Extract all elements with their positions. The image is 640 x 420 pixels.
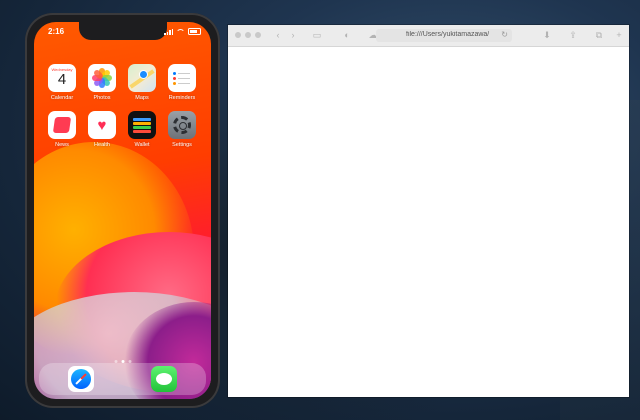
calendar-date: 4 bbox=[57, 71, 67, 88]
status-bar: 2:16 bbox=[34, 22, 211, 42]
add-tab-icon[interactable]: + bbox=[614, 30, 624, 40]
share-icon[interactable]: ⇪ bbox=[568, 30, 578, 40]
app-health[interactable]: ♥ Health bbox=[86, 111, 118, 148]
tabs-icon[interactable]: ⧉ bbox=[594, 30, 604, 40]
privacy-icon[interactable]: ◐ bbox=[342, 30, 352, 40]
app-label: Calendar bbox=[50, 95, 74, 101]
zoom-window-button[interactable] bbox=[255, 32, 261, 38]
safari-icon[interactable] bbox=[67, 366, 94, 392]
health-icon: ♥ bbox=[88, 111, 116, 139]
app-label: Settings bbox=[172, 142, 192, 148]
address-bar[interactable]: file:///Users/yukitamazawa/ ↻ bbox=[376, 29, 512, 42]
app-photos[interactable]: Photos bbox=[86, 64, 118, 101]
app-news[interactable]: News bbox=[46, 111, 78, 148]
app-label: Maps bbox=[135, 95, 149, 101]
app-label: Photos bbox=[93, 95, 111, 101]
app-label: Wallet bbox=[134, 142, 150, 148]
app-wallet[interactable]: Wallet bbox=[126, 111, 158, 148]
app-label: Reminders bbox=[168, 95, 196, 101]
app-calendar[interactable]: Wednesday 4 Calendar bbox=[46, 64, 78, 101]
status-icons bbox=[164, 28, 201, 35]
status-time: 2:16 bbox=[48, 27, 65, 36]
address-text: file:///Users/yukitamazawa/ bbox=[406, 31, 490, 38]
browser-window: ‹ › ▭ ◐ ☁ file:///Users/yukitamazawa/ ↻ … bbox=[228, 25, 629, 397]
close-window-button[interactable] bbox=[235, 32, 241, 38]
back-icon[interactable]: ‹ bbox=[273, 30, 283, 40]
iphone-simulator: 2:16 Wednesday 4 Calendar Photos Maps Re… bbox=[25, 13, 220, 408]
maps-icon bbox=[128, 64, 156, 92]
page-content bbox=[228, 47, 629, 397]
app-settings[interactable]: Settings bbox=[166, 111, 198, 148]
messages-icon[interactable] bbox=[151, 366, 178, 392]
dock bbox=[39, 363, 206, 395]
app-label: Health bbox=[94, 142, 110, 148]
calendar-icon: Wednesday 4 bbox=[48, 64, 76, 92]
battery-icon bbox=[188, 28, 201, 35]
forward-icon[interactable]: › bbox=[288, 30, 298, 40]
app-reminders[interactable]: Reminders bbox=[166, 64, 198, 101]
photos-icon bbox=[88, 64, 116, 92]
download-icon[interactable]: ⬇ bbox=[542, 30, 552, 40]
signal-icon bbox=[164, 28, 173, 35]
wifi-icon bbox=[176, 28, 185, 35]
minimize-window-button[interactable] bbox=[245, 32, 251, 38]
app-maps[interactable]: Maps bbox=[126, 64, 158, 101]
reminders-icon bbox=[168, 64, 196, 92]
browser-toolbar: ‹ › ▭ ◐ ☁ file:///Users/yukitamazawa/ ↻ … bbox=[228, 25, 629, 47]
sidebar-icon[interactable]: ▭ bbox=[312, 30, 322, 40]
news-icon bbox=[48, 111, 76, 139]
wallet-icon bbox=[128, 111, 156, 139]
app-grid: Wednesday 4 Calendar Photos Maps Reminde… bbox=[46, 64, 202, 148]
app-label: News bbox=[55, 142, 69, 148]
phone-home-screen: 2:16 Wednesday 4 Calendar Photos Maps Re… bbox=[34, 22, 211, 399]
reload-icon[interactable]: ↻ bbox=[501, 30, 508, 39]
settings-icon bbox=[168, 111, 196, 139]
